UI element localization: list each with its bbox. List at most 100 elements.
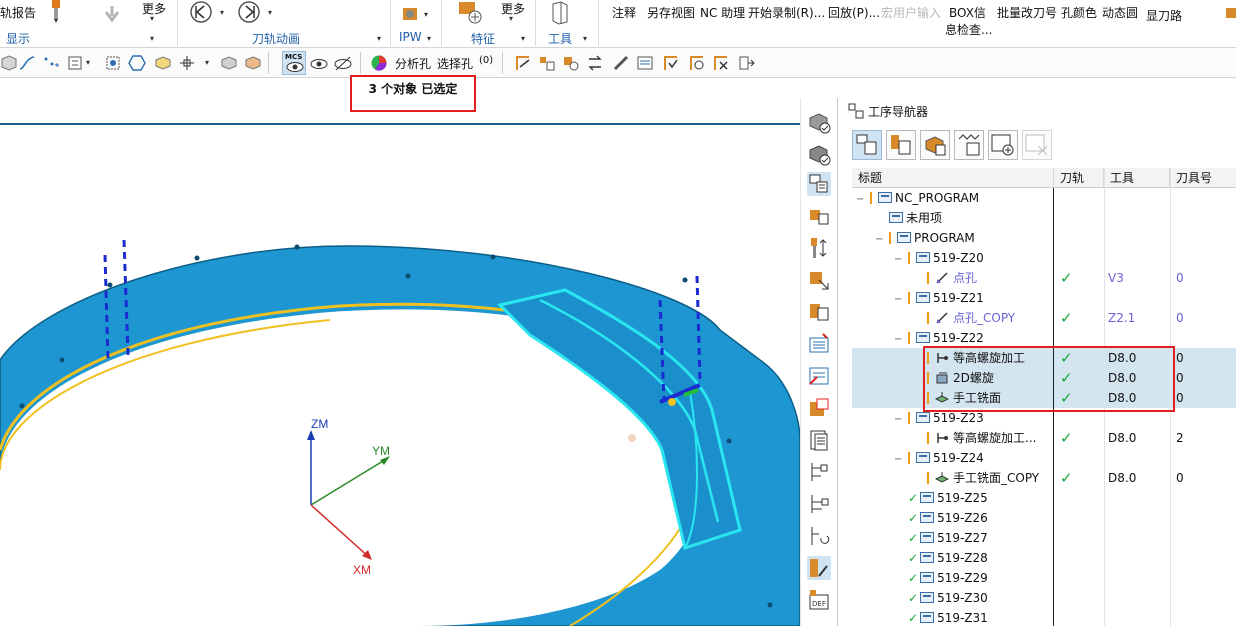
swap-icon[interactable]: [586, 54, 604, 72]
table-row[interactable]: − 519-Z22: [852, 328, 1236, 348]
table-row[interactable]: 2D螺旋 ✓ D8.0 0: [852, 368, 1236, 388]
table-row[interactable]: 等高螺旋加工 ✓ D8.0 0: [852, 348, 1236, 368]
table-row[interactable]: − PROGRAM: [852, 228, 1236, 248]
row-name-cell[interactable]: ✓ 519-Z27: [852, 528, 1052, 548]
row-name-cell[interactable]: ✓ 519-Z29: [852, 568, 1052, 588]
chevron-down-icon[interactable]: ▾: [377, 34, 381, 43]
hole-marker[interactable]: [490, 254, 496, 260]
table-row[interactable]: ✓ 519-Z27: [852, 528, 1236, 548]
solid-select-icon[interactable]: [154, 54, 172, 72]
hole-marker[interactable]: [59, 357, 65, 363]
table-row[interactable]: 等高螺旋加工... ✓ D8.0 2: [852, 428, 1236, 448]
table-row[interactable]: ✓ 519-Z28: [852, 548, 1236, 568]
table-row[interactable]: ✓ 519-Z29: [852, 568, 1236, 588]
method-icon[interactable]: [807, 300, 831, 324]
analyze-hole-button[interactable]: 分析孔: [395, 55, 431, 72]
collapse-toggle-icon[interactable]: −: [894, 450, 903, 468]
toolpath-edit-icon[interactable]: [514, 54, 532, 72]
verify-icon[interactable]: [662, 54, 680, 72]
row-name-cell[interactable]: − 519-Z24: [852, 448, 1052, 468]
row-name-cell[interactable]: ✓ 519-Z26: [852, 508, 1052, 528]
report-button-label[interactable]: 轨报告: [0, 4, 36, 21]
collapse-toggle-icon[interactable]: −: [856, 190, 865, 208]
operation-navigator-icon[interactable]: [807, 172, 831, 196]
shaded-cube-icon[interactable]: [220, 54, 238, 72]
hole-marker[interactable]: [294, 244, 300, 250]
geometry-icon[interactable]: [807, 268, 831, 292]
table-row[interactable]: 点孔_COPY ✓ Z2.1 0: [852, 308, 1236, 328]
row-name-cell[interactable]: 未用项: [852, 208, 1052, 228]
batch-change-tool-button[interactable]: 批量改刀号: [997, 4, 1057, 21]
table-row[interactable]: − 519-Z24: [852, 448, 1236, 468]
row-name-cell[interactable]: ✓ 519-Z31: [852, 608, 1052, 626]
table-row[interactable]: 手工铣面 ✓ D8.0 0: [852, 388, 1236, 408]
chevron-down-icon[interactable]: ▾: [424, 10, 428, 19]
column-header-tool-number[interactable]: 刀具号: [1170, 168, 1236, 188]
assembly-navigator-icon[interactable]: [807, 142, 831, 166]
row-name-cell[interactable]: ✓ 519-Z25: [852, 488, 1052, 508]
polygon-icon[interactable]: [128, 54, 146, 72]
show-toolpath-button[interactable]: 显刀路: [1146, 7, 1182, 24]
row-name-cell[interactable]: − 519-Z21: [852, 288, 1052, 308]
tools-icon[interactable]: [549, 0, 571, 26]
playback-button[interactable]: 回放(P)...: [828, 4, 880, 21]
select-box-icon[interactable]: [104, 54, 122, 72]
row-name-cell[interactable]: 等高螺旋加工: [852, 348, 1052, 368]
row-name-cell[interactable]: ✓ 519-Z30: [852, 588, 1052, 608]
hole-marker[interactable]: [107, 282, 113, 288]
table-row[interactable]: 未用项: [852, 208, 1236, 228]
box-info-check-line1[interactable]: BOX信: [949, 4, 986, 21]
flow-branch-icon[interactable]: [807, 492, 831, 516]
step-back-icon[interactable]: [188, 0, 214, 24]
table-row[interactable]: ✓ 519-Z31: [852, 608, 1236, 626]
report-list-icon[interactable]: [807, 332, 831, 356]
column-header-name[interactable]: 标题: [852, 168, 1054, 188]
program-order-icon[interactable]: [538, 54, 556, 72]
hole-marker[interactable]: [726, 438, 732, 444]
row-name-cell[interactable]: − PROGRAM: [852, 228, 1052, 248]
table-row[interactable]: − 519-Z23: [852, 408, 1236, 428]
graphics-viewport[interactable]: ZM YM XM: [0, 80, 800, 626]
row-name-cell[interactable]: − 519-Z22: [852, 328, 1052, 348]
list-info-icon[interactable]: [636, 54, 654, 72]
def-icon[interactable]: DEF: [807, 588, 831, 612]
snap-point-icon[interactable]: [178, 54, 196, 72]
simulate-icon[interactable]: [688, 54, 706, 72]
row-name-cell[interactable]: − NC_PROGRAM: [852, 188, 1052, 208]
create-operation-button[interactable]: [988, 130, 1018, 160]
hole-count-indicator[interactable]: (0): [479, 55, 493, 66]
chevron-down-icon[interactable]: ▾: [205, 58, 209, 67]
chevron-down-icon[interactable]: ▾: [54, 16, 58, 25]
hole-marker[interactable]: [682, 277, 688, 283]
table-row[interactable]: − NC_PROGRAM: [852, 188, 1236, 208]
filter-icon[interactable]: [66, 54, 84, 72]
table-row[interactable]: ✓ 519-Z26: [852, 508, 1236, 528]
ipw-icon[interactable]: [400, 4, 424, 24]
row-name-cell[interactable]: 2D螺旋: [852, 368, 1052, 388]
gear-icon[interactable]: [1224, 6, 1236, 20]
table-row[interactable]: ✓ 519-Z30: [852, 588, 1236, 608]
dynamic-circle-button[interactable]: 动态圆: [1102, 4, 1138, 21]
feature-ipw-icon[interactable]: [807, 396, 831, 420]
table-row[interactable]: 手工铣面_COPY ✓ D8.0 0: [852, 468, 1236, 488]
wire-cube-icon[interactable]: [244, 54, 262, 72]
feature-list-icon[interactable]: [807, 364, 831, 388]
row-name-cell[interactable]: − 519-Z23: [852, 408, 1052, 428]
delete-toolpath-icon[interactable]: [712, 54, 730, 72]
feature-icon[interactable]: [456, 0, 484, 26]
flow-icon[interactable]: [807, 460, 831, 484]
nc-assistant-button[interactable]: NC 助理: [700, 4, 745, 21]
chevron-down-icon[interactable]: ▾: [150, 14, 154, 23]
select-hole-button[interactable]: 选择孔: [437, 55, 473, 72]
box-info-check-line2[interactable]: 息检查...: [945, 21, 992, 38]
table-row[interactable]: ✓ 519-Z25: [852, 488, 1236, 508]
row-name-cell[interactable]: 点孔: [852, 268, 1052, 288]
machine-tool-navigator-icon[interactable]: [807, 204, 831, 228]
table-row[interactable]: − 519-Z21: [852, 288, 1236, 308]
machine-tool-view-button[interactable]: [886, 130, 916, 160]
cube-icon[interactable]: [0, 54, 18, 72]
chevron-down-icon[interactable]: ▾: [220, 8, 224, 17]
collapse-toggle-icon[interactable]: −: [894, 330, 903, 348]
hole-color-button[interactable]: 孔颜色: [1061, 4, 1097, 21]
step-forward-icon[interactable]: [236, 0, 262, 24]
